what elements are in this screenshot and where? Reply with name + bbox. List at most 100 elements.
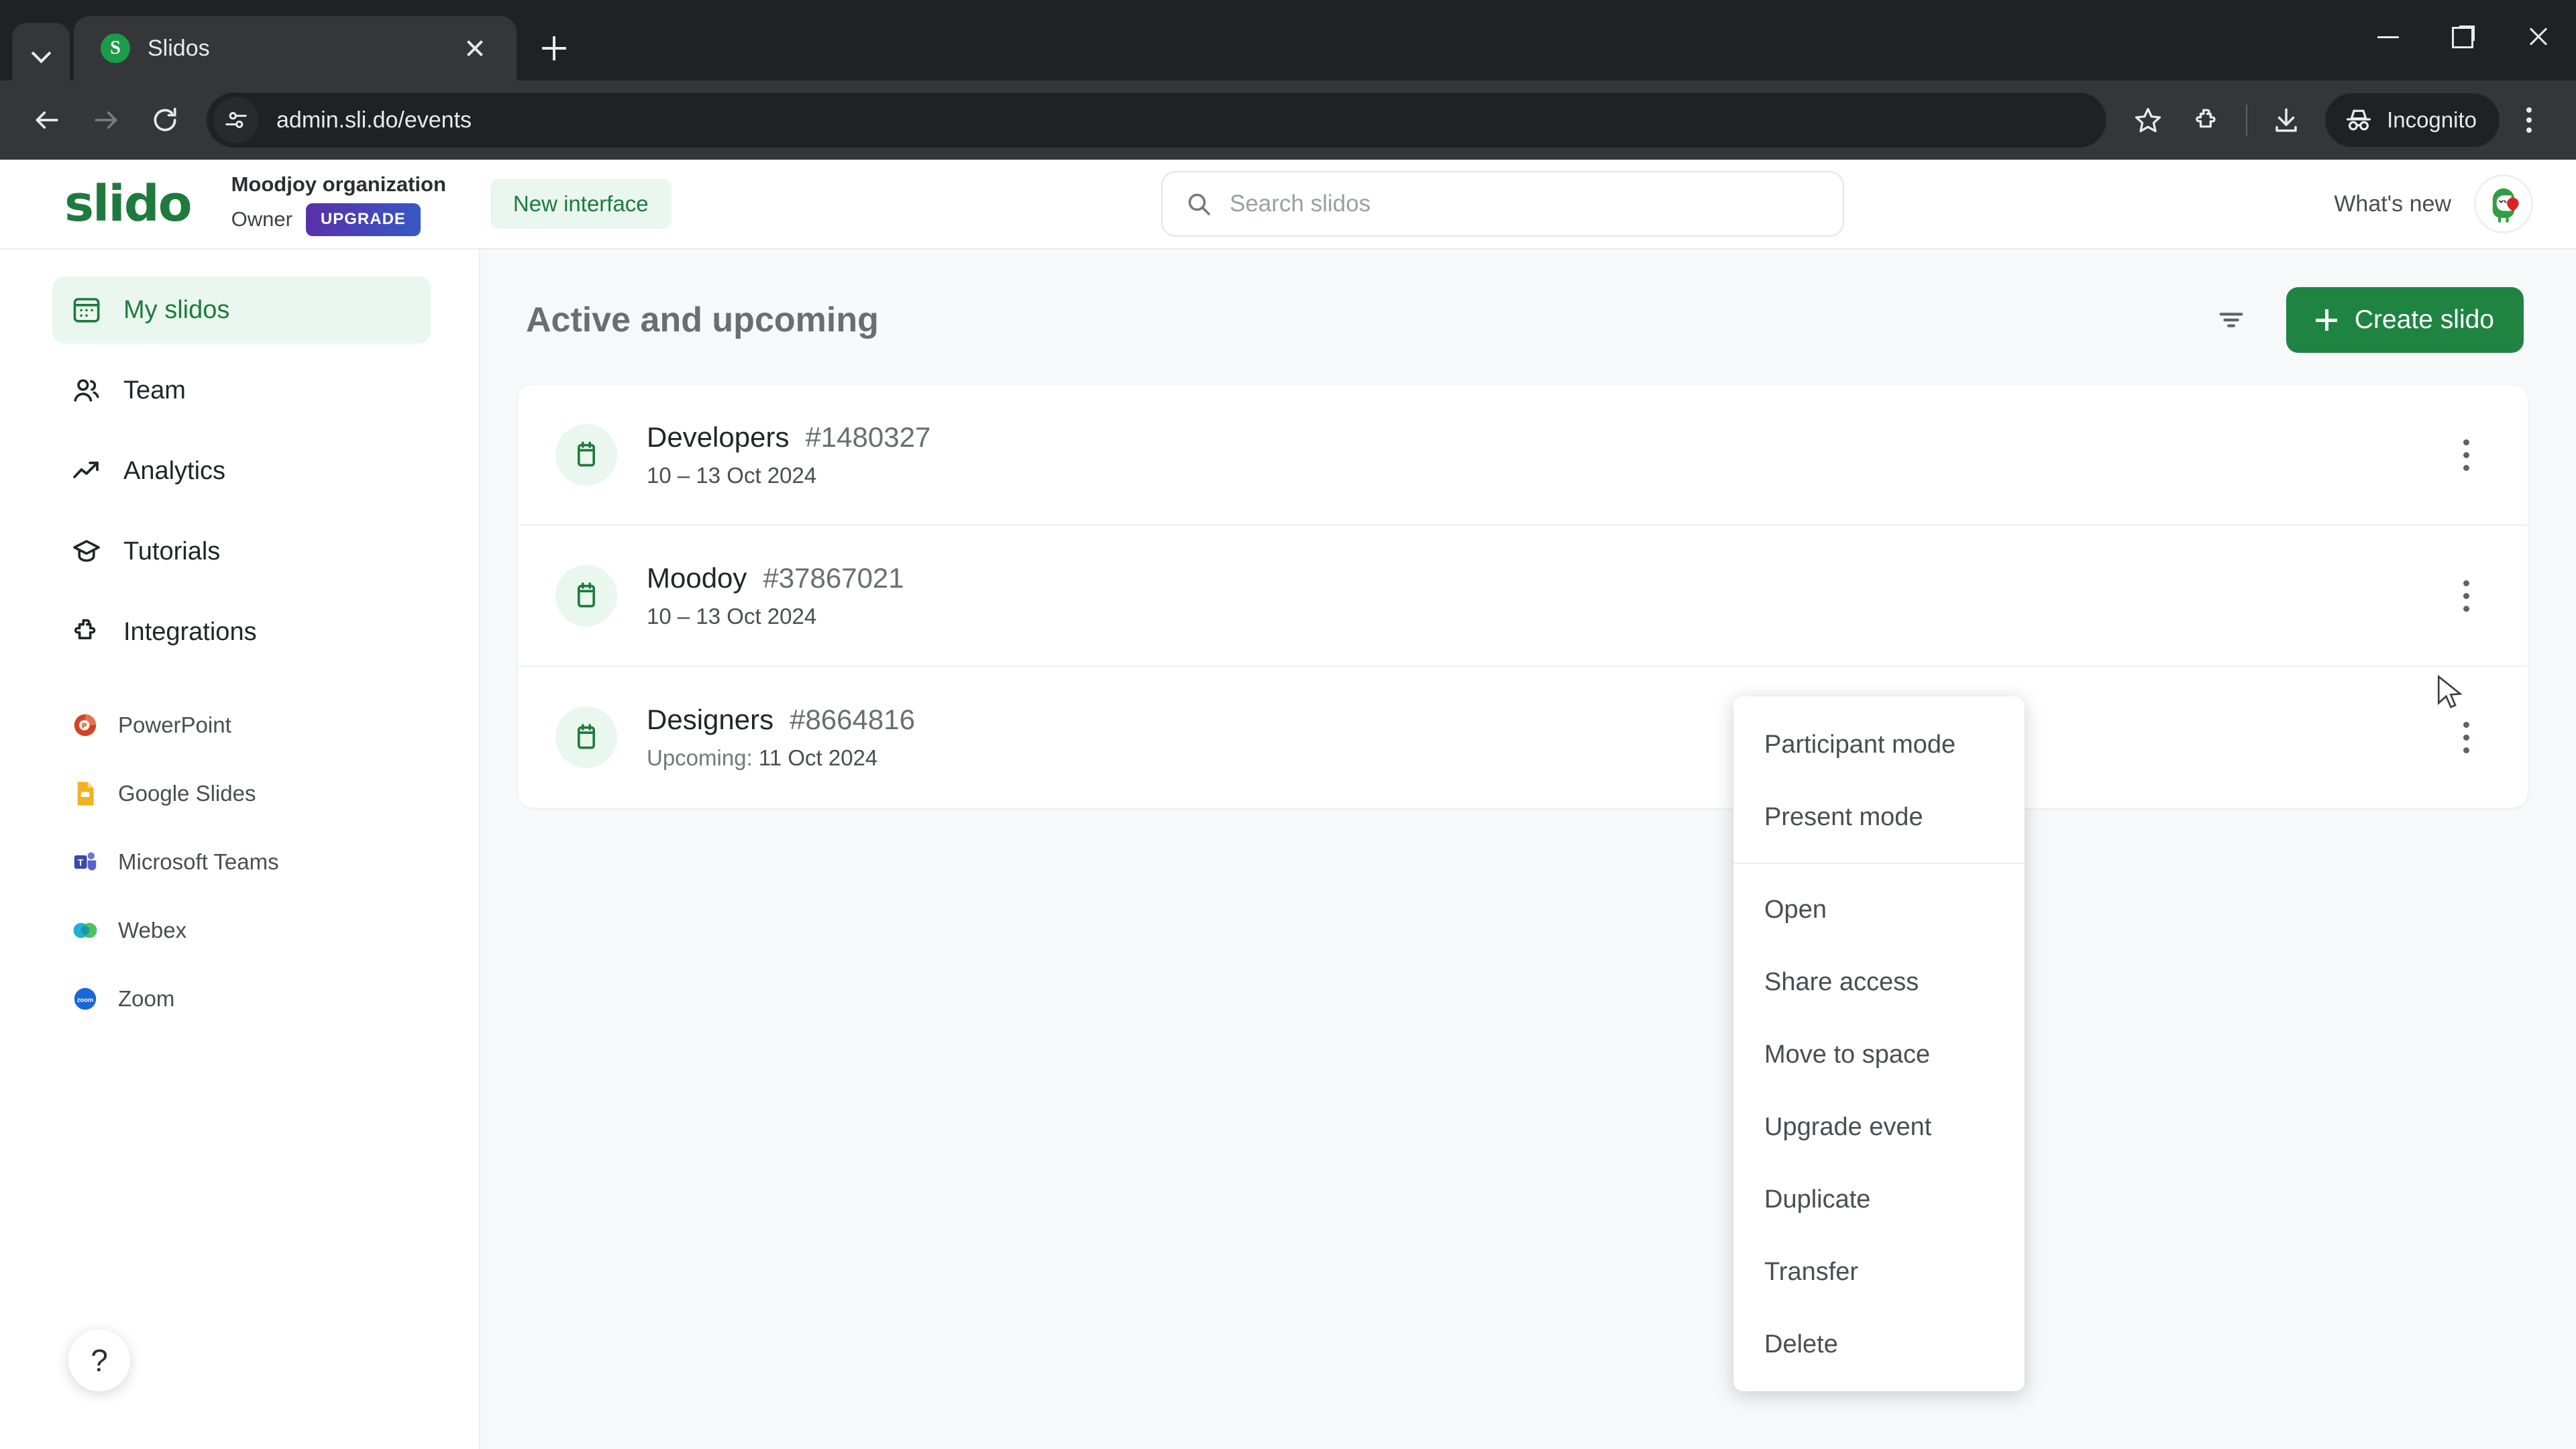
row-menu-button[interactable] [2440,429,2491,480]
search-icon [1188,193,1210,215]
powerpoint-icon: P [71,711,99,739]
event-info: Moodoy #37867021 10 – 13 Oct 2024 [647,562,2440,629]
user-avatar-icon [2492,188,2519,223]
row-menu-button[interactable] [2440,712,2491,763]
svg-text:zoom: zoom [77,997,93,1004]
trend-up-icon [70,454,103,488]
tune-icon [225,112,247,128]
list-item-label: PowerPoint [118,712,231,737]
sidebar-item-team[interactable]: Team [52,357,431,424]
event-date: 10 – 13 Oct 2024 [647,463,2440,488]
forward-button[interactable] [76,91,136,150]
event-code: #8664816 [790,704,915,735]
menu-item-transfer[interactable]: Transfer [1733,1236,2025,1308]
menu-item-present-mode[interactable]: Present mode [1733,781,2025,853]
chevron-down-icon [32,43,50,60]
bookmark-button[interactable] [2118,91,2178,150]
profile-incognito-button[interactable]: Incognito [2325,93,2500,147]
list-item-google-slides[interactable]: Google Slides [52,759,431,828]
row-menu-button[interactable] [2440,570,2491,621]
event-date-value: 10 – 13 Oct 2024 [647,604,817,629]
search-box[interactable] [1161,171,1844,237]
tab-close-button[interactable] [456,30,494,67]
menu-item-move-to-space[interactable]: Move to space [1733,1018,2025,1091]
zoom-icon: zoom [71,985,99,1013]
favicon-letter: S [110,38,121,58]
sidebar-item-analytics[interactable]: Analytics [52,437,431,504]
upgrade-badge[interactable]: UPGRADE [305,203,421,236]
site-settings-button[interactable] [213,97,259,143]
menu-item-share-access[interactable]: Share access [1733,946,2025,1018]
menu-item-upgrade-event[interactable]: Upgrade event [1733,1091,2025,1163]
list-item-powerpoint[interactable]: P PowerPoint [52,691,431,759]
window-maximize-button[interactable] [2426,0,2501,74]
event-info: Designers #8664816 Upcoming: 11 Oct 2024 [647,704,2440,771]
minimize-icon [2377,36,2399,38]
new-tab-button[interactable] [529,23,580,74]
new-interface-button[interactable]: New interface [490,179,672,229]
list-item-microsoft-teams[interactable]: T Microsoft Teams [52,828,431,896]
sidebar-item-tutorials[interactable]: Tutorials [52,518,431,585]
list-item-label: Webex [118,918,187,943]
menu-item-duplicate[interactable]: Duplicate [1733,1163,2025,1236]
kebab-menu-icon [2463,721,2469,753]
close-icon [465,38,485,58]
menu-item-delete[interactable]: Delete [1733,1308,2025,1381]
toolbar-right-actions: Incognito [2118,91,2559,150]
tab-title: Slidos [148,35,210,61]
webex-icon [71,916,99,945]
avatar[interactable] [2474,174,2533,233]
puzzle-icon [2196,109,2216,128]
kebab-menu-icon [2526,107,2532,133]
main-content: Active and upcoming Create slido Develop… [480,250,2576,1449]
create-slido-button[interactable]: Create slido [2286,287,2524,353]
event-date: Upcoming: 11 Oct 2024 [647,745,2440,771]
plus-icon [2315,309,2337,331]
sidebar-item-label: Team [123,376,186,405]
search-input[interactable] [1230,191,1820,217]
google-slides-icon [71,780,99,808]
window-minimize-button[interactable] [2351,0,2426,74]
table-row[interactable]: Designers #8664816 Upcoming: 11 Oct 2024 [518,667,2528,808]
browser-window: S Slidos admin.sli.do/events Incognito s… [0,0,2576,1449]
star-icon [2135,107,2161,133]
slido-logo[interactable]: slido [64,175,193,233]
menu-item-open[interactable]: Open [1733,873,2025,946]
downloads-button[interactable] [2257,91,2316,150]
list-item-label: Zoom [118,986,175,1011]
list-item-webex[interactable]: Webex [52,896,431,965]
puzzle-piece-icon [70,615,103,649]
main-header: Active and upcoming Create slido [518,287,2528,353]
back-button[interactable] [17,91,76,150]
sidebar-item-integrations[interactable]: Integrations [52,598,431,665]
list-item-zoom[interactable]: zoom Zoom [52,965,431,1033]
browser-toolbar: admin.sli.do/events Incognito [0,80,2576,160]
tab-search-button[interactable] [12,23,70,80]
whats-new-link[interactable]: What's new [2334,191,2451,217]
page-viewport: slido Moodjoy organization Owner UPGRADE… [0,160,2576,1449]
help-button[interactable]: ? [68,1330,130,1391]
table-row[interactable]: Developers #1480327 10 – 13 Oct 2024 [518,385,2528,526]
sidebar-item-label: Analytics [123,456,226,485]
extensions-button[interactable] [2178,91,2237,150]
microsoft-teams-icon: T [71,848,99,876]
restore-icon [2452,25,2475,48]
tab-strip: S Slidos [0,0,2576,80]
organization-block: Moodjoy organization Owner UPGRADE [231,172,446,236]
sidebar-item-my-slidos[interactable]: My slidos [52,276,431,343]
event-code: #37867021 [763,562,904,594]
filter-icon [2219,313,2243,327]
window-close-button[interactable] [2501,0,2576,74]
menu-item-participant-mode[interactable]: Participant mode [1733,708,2025,781]
filter-button[interactable] [2206,294,2257,345]
plus-icon [542,36,566,60]
arrow-left-icon [36,111,58,129]
arrow-right-icon [95,111,117,129]
reload-button[interactable] [136,91,195,150]
browser-tab[interactable]: S Slidos [74,16,517,80]
address-bar[interactable]: admin.sli.do/events [207,93,2107,148]
browser-menu-button[interactable] [2500,91,2559,150]
table-row[interactable]: Moodoy #37867021 10 – 13 Oct 2024 [518,526,2528,667]
